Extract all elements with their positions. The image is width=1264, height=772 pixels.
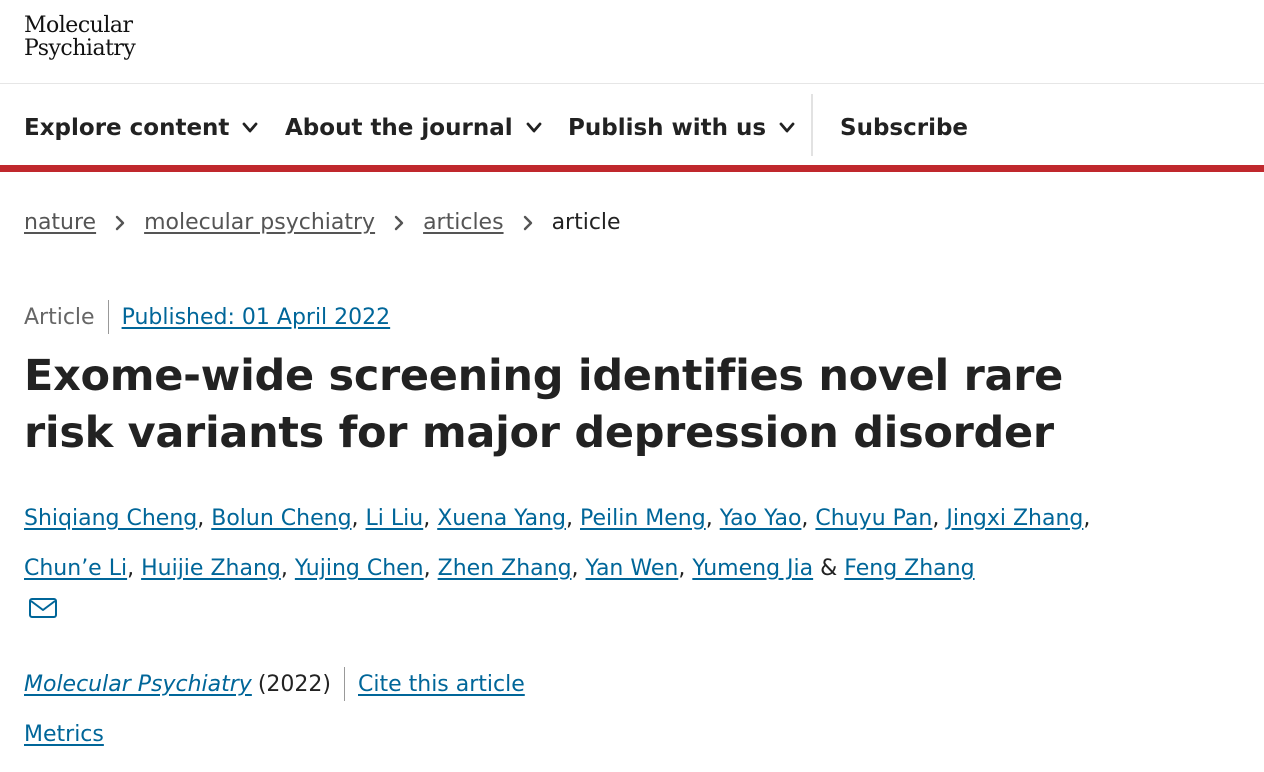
chevron-right-icon [115, 215, 125, 230]
breadcrumb-current: article [551, 210, 621, 235]
author-link[interactable]: Jingxi Zhang [946, 506, 1083, 531]
chevron-down-icon [526, 122, 542, 133]
author-link[interactable]: Yumeng Jia [692, 556, 813, 581]
main-nav: Explore content About the journal Publis… [0, 84, 1264, 172]
nav-subscribe-label: Subscribe [840, 115, 969, 141]
nav-subscribe[interactable]: Subscribe [840, 113, 968, 143]
metrics-link[interactable]: Metrics [24, 722, 104, 747]
chevron-down-icon [779, 122, 795, 133]
meta-divider [107, 300, 109, 334]
breadcrumb-molecular-psychiatry[interactable]: molecular psychiatry [144, 210, 375, 235]
author-link[interactable]: Shiqiang Cheng [24, 506, 197, 531]
nav-item-label: Publish with us [568, 115, 767, 141]
nav-item-label: Explore content [24, 115, 230, 141]
chevron-down-icon [243, 122, 258, 133]
site-header: Molecular Psychiatry [0, 0, 1264, 84]
nav-publish-with-us[interactable]: Publish with us [568, 113, 796, 143]
article-type: Article [24, 304, 95, 330]
breadcrumb: nature molecular psychiatry articles art… [24, 210, 621, 235]
citation-line: Molecular Psychiatry (2022) Cite this ar… [24, 667, 525, 701]
logo-line-1: Molecular [24, 13, 133, 38]
author-link[interactable]: Xuena Yang [437, 506, 566, 531]
journal-logo[interactable]: Molecular Psychiatry [24, 13, 136, 61]
chevron-right-icon [523, 215, 532, 230]
author-link[interactable]: Peilin Meng [580, 506, 706, 531]
nav-about-journal[interactable]: About the journal [285, 113, 543, 143]
author-link[interactable]: Feng Zhang [844, 556, 974, 581]
nav-divider [811, 94, 813, 156]
breadcrumb-nature[interactable]: nature [24, 210, 96, 235]
nav-explore-content[interactable]: Explore content [24, 113, 259, 143]
author-link[interactable]: Yao Yao [720, 506, 802, 531]
journal-link[interactable]: Molecular Psychiatry [24, 672, 252, 697]
cite-this-article-link[interactable]: Cite this article [358, 672, 525, 697]
article-meta: Article Published: 01 April 2022 [24, 300, 390, 334]
author-link[interactable]: Yan Wen [586, 556, 679, 581]
nav-item-label: About the journal [285, 115, 513, 141]
author-link[interactable]: Li Liu [366, 506, 424, 531]
author-link[interactable]: Zhen Zhang [438, 556, 572, 581]
breadcrumb-articles[interactable]: articles [423, 210, 503, 235]
article-title: Exome-wide screening identifies novel ra… [24, 351, 1063, 458]
logo-line-2: Psychiatry [24, 36, 136, 61]
author-link[interactable]: Yujing Chen [295, 556, 424, 581]
author-link[interactable]: Bolun Cheng [211, 506, 351, 531]
published-date-link[interactable]: Published: 01 April 2022 [122, 305, 391, 330]
author-link[interactable]: Chuyu Pan [815, 506, 932, 531]
mail-icon[interactable] [28, 597, 58, 619]
chevron-right-icon [394, 215, 404, 230]
author-link[interactable]: Huijie Zhang [141, 556, 281, 581]
author-link[interactable]: Chun’e Li [24, 556, 127, 581]
author-list: Shiqiang Cheng, Bolun Cheng, Li Liu, Xue… [24, 506, 1091, 581]
publication-year: (2022) [257, 671, 331, 697]
cite-divider [344, 667, 345, 701]
